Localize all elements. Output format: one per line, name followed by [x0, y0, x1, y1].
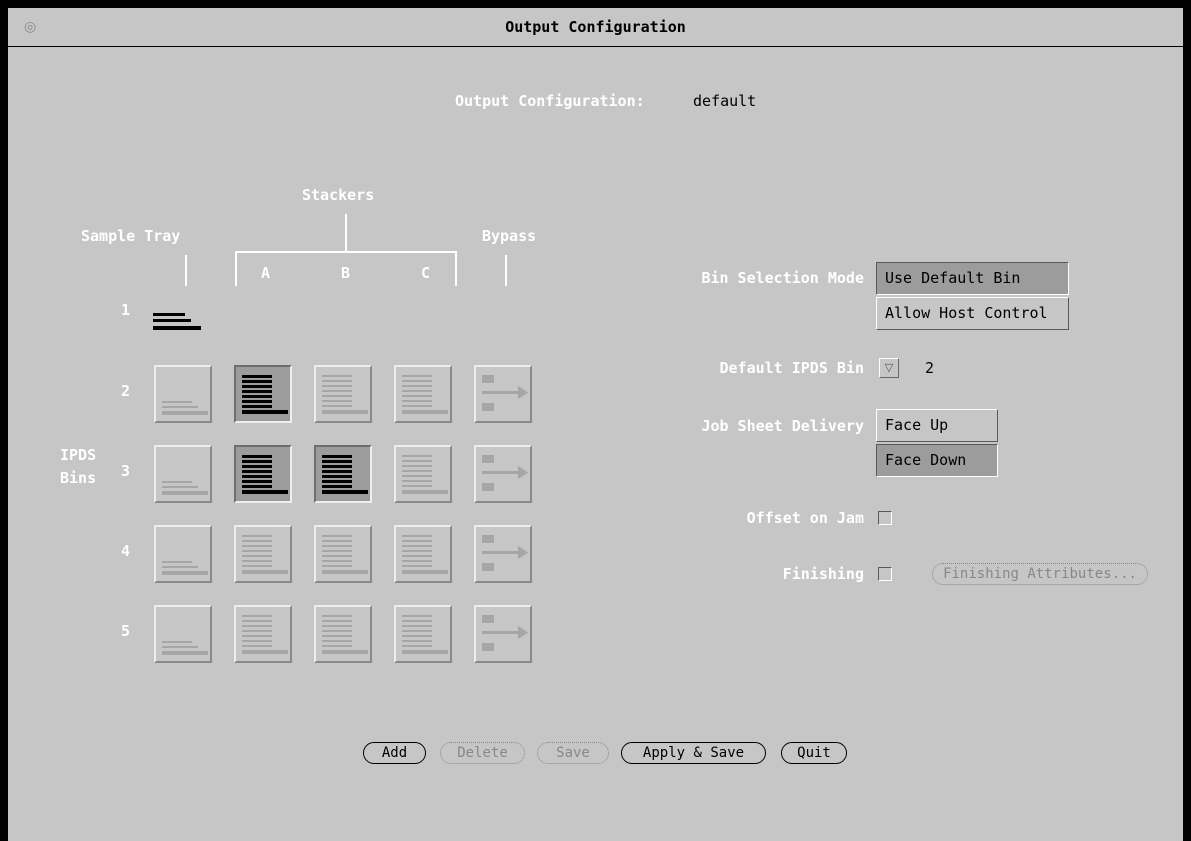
bin-5-a[interactable]: [234, 605, 292, 663]
stackers-bracket-left: [235, 251, 237, 286]
job-sheet-label: Job Sheet Delivery: [701, 417, 864, 435]
bin-tray-icon: [402, 615, 448, 654]
face-up-option[interactable]: Face Up: [876, 409, 998, 442]
bin-3-a[interactable]: [234, 445, 292, 503]
bin-tray-icon: [322, 535, 368, 574]
bin-tray-icon: [322, 615, 368, 654]
bin-2-b[interactable]: [314, 365, 372, 423]
row-label-3: 3: [121, 462, 131, 480]
bin-2-bypass[interactable]: [474, 365, 532, 423]
offset-on-jam-label: Offset on Jam: [746, 509, 864, 527]
row-label-2: 2: [121, 382, 131, 400]
stackers-bracket-right: [455, 251, 457, 286]
apply-and-save-button[interactable]: Apply & Save: [621, 742, 766, 764]
save-button[interactable]: Save: [537, 742, 609, 764]
bin-3-bypass[interactable]: [474, 445, 532, 503]
bin-4-bypass[interactable]: [474, 525, 532, 583]
allow-host-control-option[interactable]: Allow Host Control: [876, 297, 1069, 330]
title-bar[interactable]: ◎ Output Configuration: [8, 8, 1183, 47]
bin-4-b[interactable]: [314, 525, 372, 583]
window-title: Output Configuration: [505, 18, 686, 36]
bin-tray-icon: [242, 535, 288, 574]
add-button[interactable]: Add: [363, 742, 426, 764]
row-label-1: 1: [121, 301, 131, 319]
finishing-attributes-button[interactable]: Finishing Attributes...: [932, 563, 1148, 585]
stackers-bracket-bar: [235, 251, 457, 253]
finishing-checkbox[interactable]: [878, 567, 892, 581]
offset-on-jam-checkbox[interactable]: [878, 511, 892, 525]
sample-tray-line: [185, 255, 187, 286]
bin-tray-icon: [162, 561, 208, 575]
stacker-col-b: B: [341, 264, 351, 282]
bypass-header: Bypass: [482, 227, 537, 245]
bin-tray-icon: [322, 375, 368, 414]
face-down-option[interactable]: Face Down: [876, 444, 998, 477]
bin-selection-label: Bin Selection Mode: [701, 269, 864, 287]
bin-5-bypass[interactable]: [474, 605, 532, 663]
bin-tray-icon: [482, 455, 528, 491]
quit-button[interactable]: Quit: [781, 742, 847, 764]
bin-tray-icon: [402, 375, 448, 414]
bin-tray-icon: [322, 455, 368, 494]
bin-5-sample[interactable]: [154, 605, 212, 663]
bin-4-a[interactable]: [234, 525, 292, 583]
bin-2-sample[interactable]: [154, 365, 212, 423]
bin-tray-icon: [162, 401, 208, 415]
sample-tray-stack-icon: [153, 313, 201, 330]
bin-5-b[interactable]: [314, 605, 372, 663]
bin-tray-icon: [242, 455, 288, 494]
bin-tray-icon: [162, 481, 208, 495]
bin-tray-icon: [242, 615, 288, 654]
bin-tray-icon: [482, 375, 528, 411]
default-bin-value: 2: [925, 359, 935, 377]
config-label: Output Configuration:: [455, 92, 645, 110]
stacker-col-a: A: [261, 264, 271, 282]
bin-tray-icon: [162, 641, 208, 655]
bin-tray-icon: [402, 535, 448, 574]
ipds-label: IPDS: [60, 446, 97, 464]
bin-3-b[interactable]: [314, 445, 372, 503]
bins-label: Bins: [60, 469, 97, 487]
bin-4-c[interactable]: [394, 525, 452, 583]
stacker-col-c: C: [421, 264, 431, 282]
bin-tray-icon: [402, 455, 448, 494]
bin-tray-icon: [482, 535, 528, 571]
default-bin-label: Default IPDS Bin: [719, 359, 865, 377]
bin-4-sample[interactable]: [154, 525, 212, 583]
delete-button[interactable]: Delete: [440, 742, 525, 764]
output-configuration-window: ◎ Output Configuration Output Configurat…: [8, 8, 1183, 841]
stackers-header: Stackers: [302, 186, 375, 204]
row-label-4: 4: [121, 542, 131, 560]
bin-tray-icon: [242, 375, 288, 414]
bin-5-c[interactable]: [394, 605, 452, 663]
bin-3-c[interactable]: [394, 445, 452, 503]
bypass-line: [505, 255, 507, 286]
stackers-bracket-stem: [345, 214, 347, 252]
bin-2-a[interactable]: [234, 365, 292, 423]
use-default-bin-option[interactable]: Use Default Bin: [876, 262, 1069, 295]
bin-2-c[interactable]: [394, 365, 452, 423]
row-label-5: 5: [121, 622, 131, 640]
bin-tray-icon: [482, 615, 528, 651]
config-value: default: [693, 92, 757, 110]
finishing-label: Finishing: [782, 565, 864, 583]
bin-3-sample[interactable]: [154, 445, 212, 503]
bin-dropdown-icon[interactable]: ▽: [879, 358, 899, 378]
sample-tray-header: Sample Tray: [81, 227, 181, 245]
